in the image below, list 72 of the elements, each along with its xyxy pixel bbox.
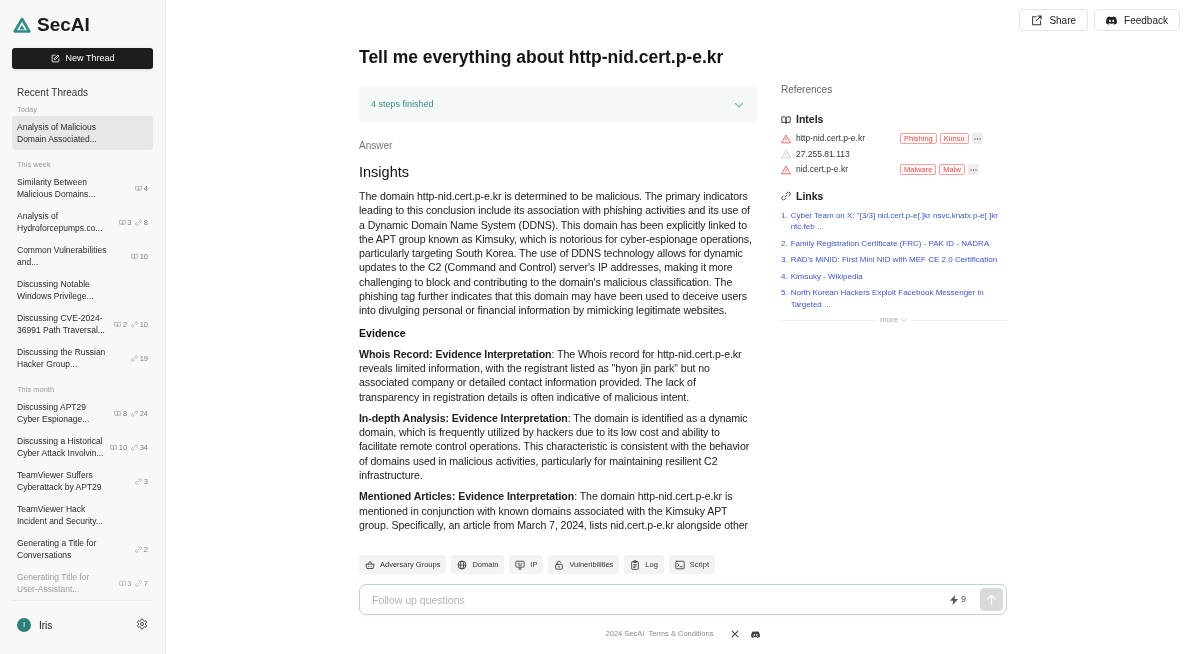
links-heading: Links: [796, 189, 824, 203]
reference-link[interactable]: North Korean Hackers Exploit Facebook Messenger in Targeted ...: [790, 287, 1007, 310]
book-icon: [131, 252, 139, 260]
link-icon: [781, 191, 791, 201]
reference-link[interactable]: Kimsuky - Wikipedia: [790, 270, 863, 282]
references-heading: References: [781, 84, 834, 96]
subsection-heading: Evidence: [359, 325, 407, 340]
intel-value: nid.cert.p-e.kr: [796, 164, 849, 176]
x-logo-icon[interactable]: [731, 630, 740, 638]
new-thread-button[interactable]: New Thread: [12, 48, 153, 70]
intel-value: http-nid.cert.p-e.kr: [796, 133, 866, 145]
user-avatar: I: [17, 618, 31, 633]
dots-icon: [969, 168, 977, 171]
steps-status: 4 steps finished: [371, 97, 434, 111]
book-icon: [114, 320, 122, 328]
bolt-icon: [950, 594, 958, 605]
section-heading: Insights: [359, 163, 410, 182]
link-icon: [135, 579, 143, 587]
reference-link[interactable]: RAD's MiNID: First Mini NID with MEF CE 2.0 Certification: [790, 254, 998, 266]
link-icon: [131, 409, 139, 417]
book-icon: [110, 443, 118, 451]
list-number: 1.: [781, 209, 788, 222]
answer-paragraph: Whois Record: Evidence Interpretation: The Whois record for http-nid.cert.p-e.kr reveals limited information, with the registrant listed as "hyon jin park" but no associated company or detailed contact information provided. The lack of transparency in registration details is often indicative of malicious intent.: [359, 346, 743, 404]
link-icon: [135, 477, 143, 485]
edit-icon: [50, 54, 60, 64]
globe-icon: [457, 559, 468, 570]
reference-link[interactable]: Cyber Team on X: "[3/3] nid.cert.p-e[.]kr nsvc.knatx.p-e[.]kr ntc.feb ...: [790, 209, 1007, 233]
lock-icon: [554, 559, 565, 570]
logo-text: SecAI: [37, 14, 90, 36]
clipboard-icon: [630, 559, 641, 570]
list-number: 4.: [781, 270, 788, 282]
answer-paragraph: The domain http-nid.cert.p-e.kr is determined to be malicious. The primary indicators leading to this conclusion include its association with phishing activities and its use of a Dynamic Domain Name System (DDNS). This domain has been explicitly linked to the APT group known as Kimsuky, which is notorious for cyber-espionage operations, particularly targeting South Korea. The use of DDNS technology allows for dynamic updates to the C2 (Command and Control) server's IP addresses, making it more challenging to block and contributing to the domain's malicious classification. The phishing tag further indicates that this domain may have been used to deceive users into divulging personal or financial information by mimicking legitimate websites.: [359, 189, 753, 318]
list-number: 5.: [781, 287, 788, 299]
book-icon: [118, 218, 126, 226]
thread-item[interactable]: TeamViewer Hack Incident and Security...: [12, 498, 153, 533]
triangle-logo-icon: [13, 17, 31, 33]
steps-panel[interactable]: 4 steps finished: [359, 87, 757, 122]
feedback-button[interactable]: Feedback: [1094, 9, 1180, 31]
share-button[interactable]: Share: [1019, 9, 1089, 31]
recent-threads-heading: Recent Threads: [17, 86, 89, 100]
book-icon: [118, 579, 126, 587]
answer-label: Answer: [359, 139, 394, 152]
list-number: 3.: [781, 254, 788, 266]
book-icon: [781, 114, 791, 125]
share-icon: [1031, 14, 1043, 26]
link-icon: [135, 218, 143, 226]
link-icon: [131, 443, 139, 451]
answer-paragraph: In-depth Analysis: Evidence Interpretation: The domain is identified as a dynamic domain, which is frequently utilized by hackers due to its low cost and ability to facilitate remote control operations. This characteristic is consistent with the behavior of domains used in malicious activities, particularly for maintaining resilient C2 infrastructure.: [359, 410, 751, 483]
link-icon: [135, 545, 143, 553]
basket-icon: [365, 559, 375, 570]
thread-item[interactable]: Analysis of Malicious Domain Associated...: [12, 116, 153, 151]
intel-value: 27.255.81.113: [796, 148, 851, 160]
link-icon: [131, 320, 139, 328]
arrow-up-icon: [986, 594, 997, 605]
user-name: Iris: [39, 618, 53, 632]
settings-icon[interactable]: [136, 618, 148, 631]
question-title: Tell me everything about http-nid.cert.p-e.kr: [359, 46, 725, 69]
answer-paragraph: Mentioned Articles: Evidence Interpretation: The domain http-nid.cert.p-e.kr is mentioned in conjunction with known domains associated with the Kimsuky APT group. Specifically, an article from March 7, 2024, lists nid.cert.p-e.kr alongside other: [359, 489, 749, 533]
controller-icon[interactable]: [751, 629, 761, 639]
intels-heading: Intels: [796, 113, 824, 126]
link-icon: [131, 354, 139, 362]
thread-item[interactable]: Discussing Notable Windows Privilege...: [12, 273, 153, 308]
monitor-icon: [515, 559, 526, 570]
controller-icon: [1106, 14, 1118, 26]
book-icon: [135, 184, 143, 192]
list-number: 2.: [781, 237, 788, 249]
book-icon: [114, 409, 122, 417]
chevron-down-icon: [900, 316, 909, 324]
dots-icon: [973, 137, 981, 140]
credit-count: 9: [961, 592, 966, 606]
terminal-icon: [674, 559, 685, 570]
reference-link[interactable]: Family Registration Certificate (FRC) - PAK ID - NADRA: [790, 237, 990, 249]
